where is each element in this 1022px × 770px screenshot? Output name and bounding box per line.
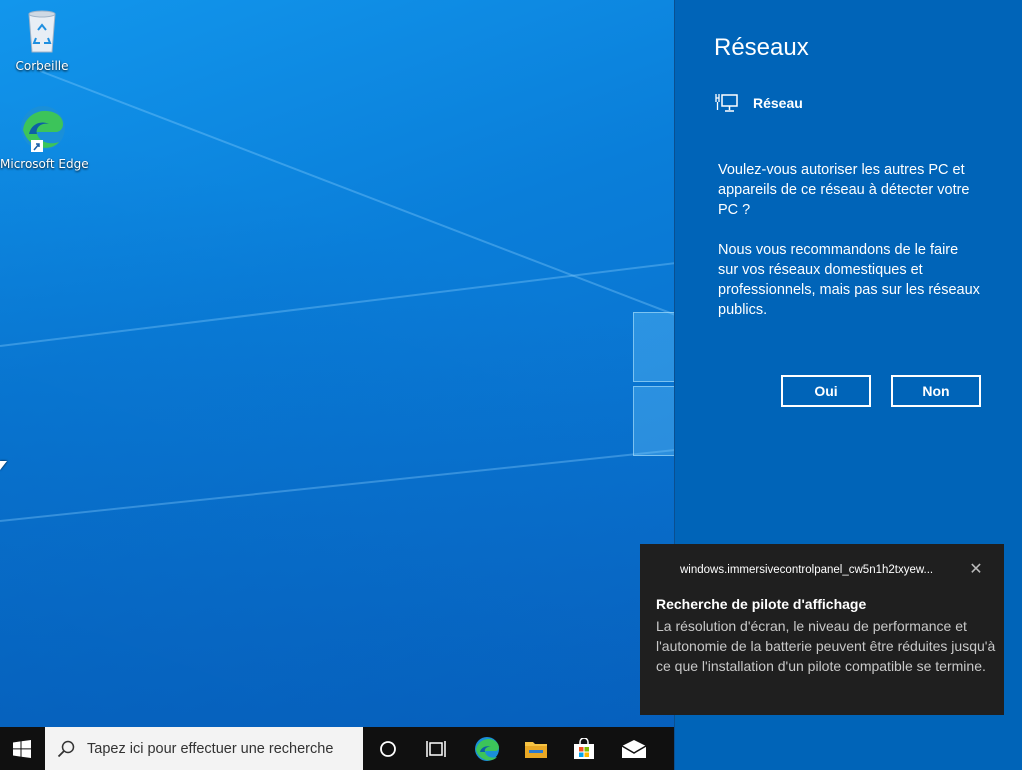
taskbar-store[interactable] [562, 727, 606, 770]
task-view-button[interactable] [414, 727, 458, 770]
desktop-icon-edge[interactable]: Microsoft Edge [0, 104, 89, 171]
edge-icon [475, 736, 499, 761]
network-name: Réseau [753, 95, 803, 111]
ethernet-icon [715, 94, 738, 112]
network-item[interactable]: Réseau [715, 92, 803, 114]
start-button[interactable] [0, 727, 44, 770]
windows-logo-pane [633, 386, 674, 456]
mouse-cursor-icon [0, 461, 7, 470]
cortana-button[interactable] [366, 727, 410, 770]
search-box[interactable]: Tapez ici pour effectuer une recherche [45, 727, 363, 770]
edge-icon [21, 106, 65, 152]
start-icon [13, 739, 31, 758]
light-beam [0, 446, 674, 522]
taskbar-edge[interactable] [465, 727, 509, 770]
windows-logo-pane [633, 312, 674, 382]
discovery-question: Voulez-vous autoriser les autres PC et a… [718, 162, 970, 218]
taskbar: Tapez ici pour effectuer une recherche [0, 727, 674, 770]
discovery-recommendation: Nous vous recommandons de le faire sur v… [718, 242, 980, 318]
cortana-icon [380, 740, 396, 757]
yes-button[interactable]: Oui [781, 375, 871, 407]
toast-body: La résolution d'écran, le niveau de perf… [656, 618, 996, 674]
light-beam [39, 70, 674, 323]
toast-title: Recherche de pilote d'affichage [656, 596, 867, 612]
light-beam [0, 259, 674, 347]
panel-title: Réseaux [714, 34, 809, 61]
desktop: Corbeille Microsoft Edge [0, 0, 674, 727]
notification-toast[interactable]: windows.immersivecontrolpanel_cw5n1h2txy… [640, 544, 1004, 715]
no-button[interactable]: Non [891, 375, 981, 407]
close-icon[interactable]: ✕ [968, 561, 984, 577]
taskbar-mail[interactable] [612, 727, 656, 770]
desktop-icon-recycle-bin[interactable]: Corbeille [0, 8, 84, 73]
store-icon [574, 737, 594, 759]
task-view-icon [426, 740, 446, 757]
file-explorer-icon [525, 741, 547, 758]
desktop-icon-label: Corbeille [15, 59, 69, 73]
search-icon [57, 740, 75, 757]
mail-icon [621, 739, 647, 758]
recycle-bin-icon [28, 10, 56, 53]
desktop-icon-label: Microsoft Edge [0, 157, 89, 171]
taskbar-file-explorer[interactable] [514, 727, 558, 770]
search-placeholder: Tapez ici pour effectuer une recherche [87, 740, 334, 757]
toast-app-name: windows.immersivecontrolpanel_cw5n1h2txy… [680, 564, 934, 576]
